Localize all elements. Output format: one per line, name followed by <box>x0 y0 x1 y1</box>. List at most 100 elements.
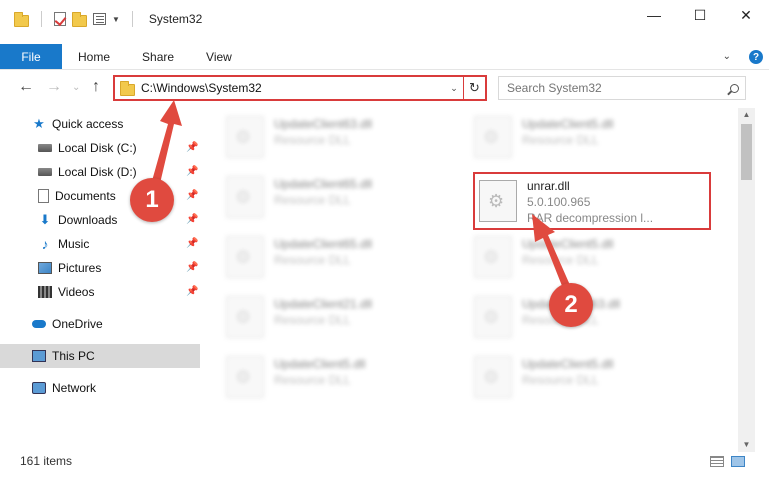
search-box[interactable] <box>498 76 746 100</box>
file-type: Resource DLL <box>274 133 351 147</box>
list-item[interactable]: UpdateClient21.dll Resource DLL <box>208 292 438 340</box>
pin-icon[interactable]: 📌 <box>186 166 198 177</box>
file-type: Resource DLL <box>522 133 599 147</box>
tab-file[interactable]: File <box>0 44 62 69</box>
properties-check-icon[interactable] <box>54 12 66 26</box>
file-description: RAR decompression l... <box>527 211 654 225</box>
pin-icon[interactable]: 📌 <box>186 190 198 201</box>
file-name: UpdateClient5.dll <box>522 117 614 131</box>
sidebar-item-label: Quick access <box>52 117 124 131</box>
dll-file-icon <box>226 236 264 278</box>
search-icon[interactable] <box>723 83 745 93</box>
help-icon[interactable]: ? <box>749 50 763 64</box>
pin-icon[interactable]: 📌 <box>186 142 198 153</box>
sidebar-item-network[interactable]: Network <box>32 376 96 400</box>
sidebar-item-documents[interactable]: Documents <box>38 184 116 208</box>
file-type: Resource DLL <box>274 313 351 327</box>
pin-icon[interactable]: 📌 <box>186 286 198 297</box>
status-bar: 161 items <box>0 450 769 472</box>
sidebar-item-videos[interactable]: Videos <box>38 280 94 304</box>
refresh-icon[interactable]: ↻ <box>463 77 485 99</box>
pin-icon[interactable]: 📌 <box>186 262 198 273</box>
music-icon: ♪ <box>41 236 49 252</box>
sidebar-item-this-pc[interactable]: This PC <box>32 344 95 368</box>
sidebar-item-local-disk-c[interactable]: Local Disk (C:) <box>38 136 137 160</box>
expand-ribbon-icon[interactable]: ⌄ <box>723 51 731 62</box>
item-count: 161 items <box>20 454 73 468</box>
sidebar-item-label: Local Disk (D:) <box>58 165 137 179</box>
step-2-badge: 2 <box>549 283 593 327</box>
address-bar[interactable]: C:\Windows\System32 ⌄ ↻ <box>113 75 487 101</box>
list-item[interactable]: UpdateClient5.dll Resource DLL <box>456 232 686 280</box>
file-name: UpdateClient21.dll <box>274 297 373 311</box>
scroll-up-icon[interactable]: ▲ <box>738 108 755 122</box>
address-row: ← → ⌄ ↑ C:\Windows\System32 ⌄ ↻ <box>0 74 769 102</box>
highlighted-file-unrar[interactable]: unrar.dll 5.0.100.965 RAR decompression … <box>473 172 711 230</box>
chevron-down-icon[interactable]: ▼ <box>112 15 120 24</box>
file-name: UpdateClient5.dll <box>522 357 614 371</box>
tab-view[interactable]: View <box>190 44 248 69</box>
documents-icon <box>38 189 49 203</box>
dll-file-icon <box>226 296 264 338</box>
sidebar-item-music[interactable]: ♪ Music <box>38 232 90 256</box>
list-item[interactable]: UpdateClient5.dll Resource DLL <box>456 112 686 160</box>
tab-home[interactable]: Home <box>62 44 126 69</box>
pin-icon[interactable]: 📌 <box>186 214 198 225</box>
file-type: Resource DLL <box>274 373 351 387</box>
large-icons-view-icon[interactable] <box>731 456 745 467</box>
file-name: unrar.dll <box>527 179 570 193</box>
pin-icon[interactable]: 📌 <box>186 238 198 249</box>
sidebar-item-downloads[interactable]: ⬇ Downloads <box>38 208 118 232</box>
selected-item-highlight <box>0 344 200 368</box>
details-view-icon[interactable] <box>710 456 724 467</box>
sidebar-item-quick-access[interactable]: ★ Quick access <box>32 112 123 136</box>
search-input[interactable] <box>499 81 723 95</box>
sidebar-item-label: OneDrive <box>52 317 103 331</box>
step-1-badge: 1 <box>130 178 174 222</box>
sidebar-item-label: Music <box>58 237 90 251</box>
dll-file-icon <box>226 356 264 398</box>
back-arrow-icon[interactable]: ← <box>18 78 34 96</box>
file-type: Resource DLL <box>522 373 599 387</box>
file-name: UpdateClient5.dll <box>522 237 614 251</box>
recent-locations-icon[interactable]: ⌄ <box>72 82 80 93</box>
dll-file-icon <box>474 296 512 338</box>
list-item[interactable]: UpdateClient65.dll Resource DLL <box>208 232 438 280</box>
minimize-button[interactable]: — <box>631 0 677 30</box>
list-item[interactable]: UpdateClient65.dll Resource DLL <box>208 172 438 220</box>
forward-arrow-icon[interactable]: → <box>46 78 62 96</box>
address-path[interactable]: C:\Windows\System32 <box>141 81 445 95</box>
sidebar-item-local-disk-d[interactable]: Local Disk (D:) <box>38 160 137 184</box>
window-controls: — ☐ ✕ <box>631 0 769 30</box>
file-version: 5.0.100.965 <box>527 195 591 209</box>
file-name: UpdateClient5.dll <box>274 357 366 371</box>
list-item[interactable]: UpdateClient63.dll Resource DLL <box>208 112 438 160</box>
tab-share[interactable]: Share <box>126 44 190 69</box>
close-button[interactable]: ✕ <box>723 0 769 30</box>
file-type: Resource DLL <box>274 253 351 267</box>
folder-icon <box>14 11 29 27</box>
toolbar-divider <box>41 11 42 27</box>
sidebar-item-label: Downloads <box>58 213 118 227</box>
list-item[interactable]: unrar.dll 5.0.100.965 RAR decompression … <box>461 176 697 225</box>
chevron-down-icon[interactable]: ⌄ <box>445 83 463 94</box>
vertical-scrollbar[interactable]: ▲ ▼ <box>738 108 755 452</box>
folder-icon <box>120 80 135 96</box>
maximize-button[interactable]: ☐ <box>677 0 723 30</box>
scrollbar-thumb[interactable] <box>741 124 752 180</box>
dll-file-icon <box>474 356 512 398</box>
disk-icon <box>38 144 52 152</box>
dll-file-icon <box>226 176 264 218</box>
up-arrow-icon[interactable]: ↑ <box>92 78 100 96</box>
new-folder-icon[interactable] <box>72 11 87 27</box>
list-item[interactable]: UpdateClient5.dll Resource DLL <box>456 352 686 400</box>
network-icon <box>32 382 46 394</box>
sidebar-item-pictures[interactable]: Pictures <box>38 256 101 280</box>
list-item[interactable]: UpdateClient5.dll Resource DLL <box>208 352 438 400</box>
ribbon-tabs: File Home Share View ⌄ ? <box>0 44 769 70</box>
file-name: UpdateClient65.dll <box>274 177 373 191</box>
file-type: Resource DLL <box>274 193 351 207</box>
computer-icon <box>32 350 46 362</box>
properties-icon[interactable] <box>93 13 106 25</box>
sidebar-item-onedrive[interactable]: OneDrive <box>32 312 103 336</box>
